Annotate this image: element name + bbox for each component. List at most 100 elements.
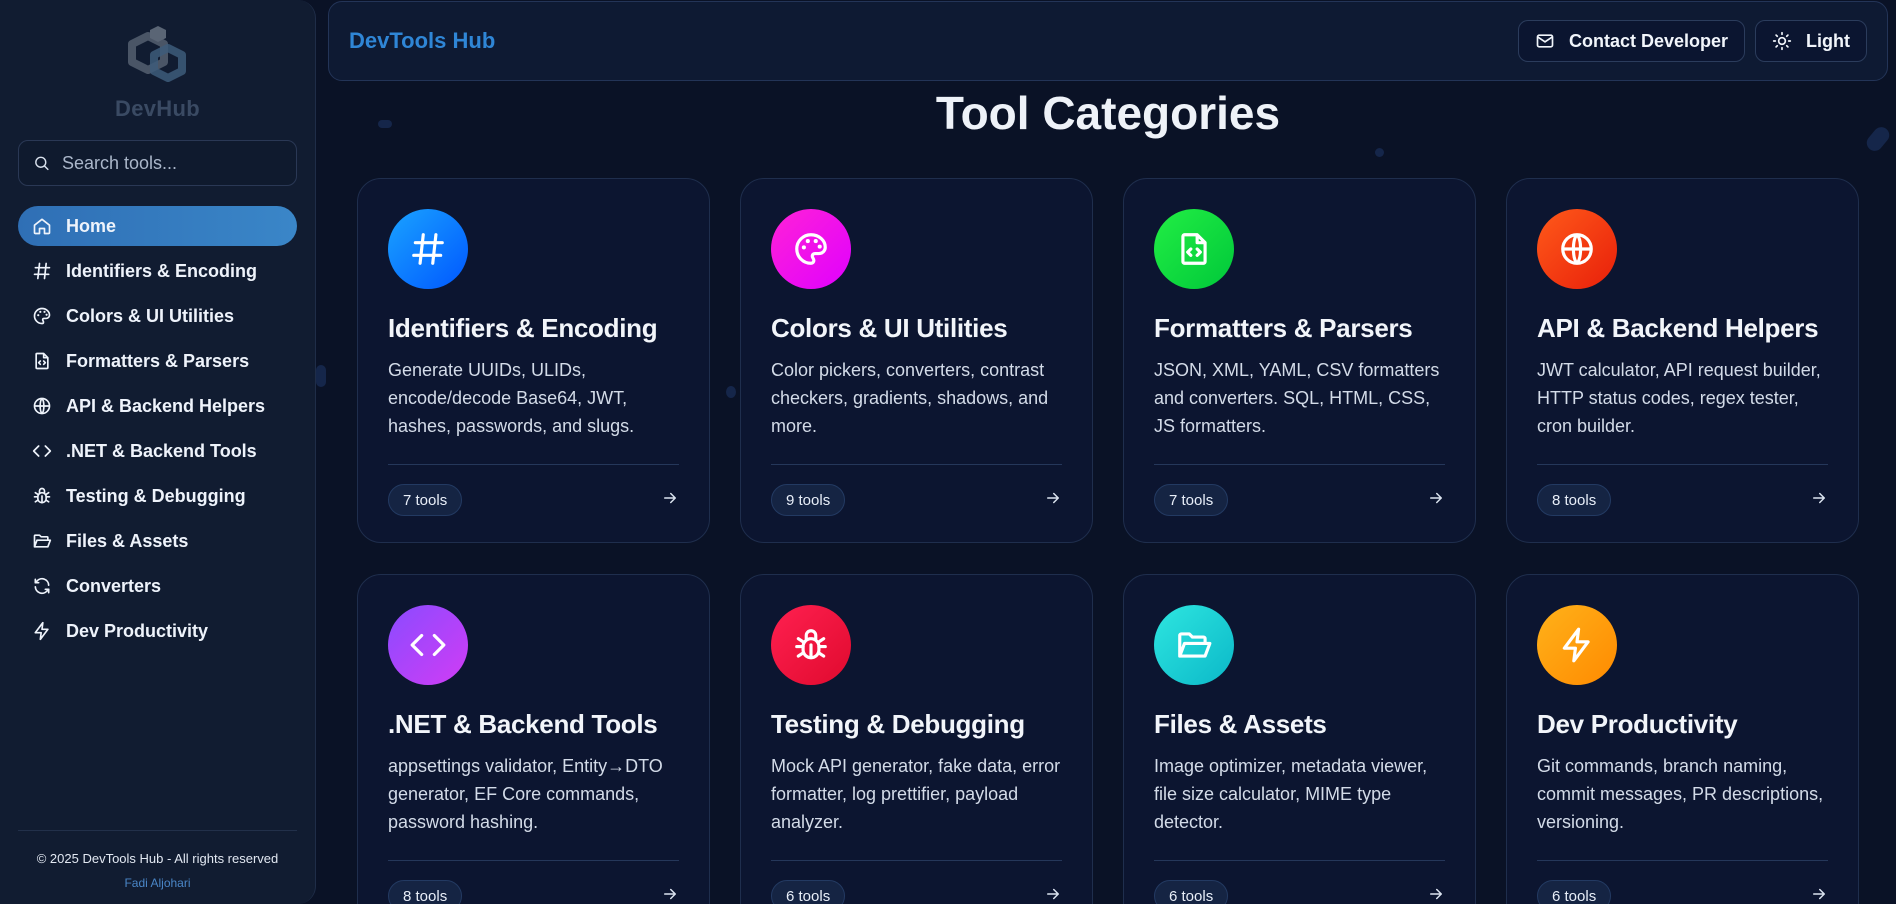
card-icon-badge xyxy=(1154,209,1234,289)
search-icon xyxy=(33,153,50,173)
arrow-right-icon[interactable] xyxy=(1427,489,1445,512)
tool-count-badge: 7 tools xyxy=(388,484,463,516)
sidebar-item-label: API & Backend Helpers xyxy=(66,395,266,416)
search-input[interactable] xyxy=(62,152,282,174)
card-description: appsettings validator, Entity→DTO genera… xyxy=(388,756,663,832)
card-footer: 7 tools xyxy=(1154,484,1445,516)
card-icon-badge xyxy=(771,209,851,289)
card-divider xyxy=(771,464,1062,465)
folder-open-icon xyxy=(1175,626,1213,664)
card-description: Mock API generator, fake data, error for… xyxy=(771,756,1061,832)
background-speck xyxy=(316,365,326,387)
mail-icon xyxy=(1535,31,1555,51)
sidebar-item-testing-debugging[interactable]: Testing & Debugging xyxy=(18,476,297,516)
sidebar-item-identifiers-encoding[interactable]: Identifiers & Encoding xyxy=(18,251,297,291)
sidebar-item-colors-ui[interactable]: Colors & UI Utilities xyxy=(18,296,297,336)
header-actions: Contact Developer Light xyxy=(1517,20,1867,62)
card-title: Colors & UI Utilities xyxy=(771,313,1008,343)
search-box[interactable] xyxy=(18,140,297,186)
sidebar-item-label: Converters xyxy=(66,575,162,596)
category-card-identifiers-encoding[interactable]: Identifiers & Encoding Generate UUIDs, U… xyxy=(357,178,710,543)
card-title: API & Backend Helpers xyxy=(1537,313,1819,343)
card-title: Dev Productivity xyxy=(1537,709,1738,739)
file-code-icon xyxy=(1175,230,1213,268)
card-divider xyxy=(1154,464,1445,465)
arrow-right-icon[interactable] xyxy=(1044,885,1062,904)
card-divider xyxy=(388,464,679,465)
category-card-formatters-parsers[interactable]: Formatters & Parsers JSON, XML, YAML, CS… xyxy=(1123,178,1476,543)
arrow-right-icon[interactable] xyxy=(1044,489,1062,512)
sidebar-item-formatters-parsers[interactable]: Formatters & Parsers xyxy=(18,341,297,381)
background-speck xyxy=(1375,148,1384,157)
sidebar-item-label: Testing & Debugging xyxy=(66,485,246,506)
card-title: .NET & Backend Tools xyxy=(388,709,658,739)
card-footer: 6 tools xyxy=(771,880,1062,904)
logo[interactable]: DevHub xyxy=(0,0,315,128)
sidebar-item-dev-productivity[interactable]: Dev Productivity xyxy=(18,611,297,651)
theme-toggle-label: Light xyxy=(1806,30,1850,51)
sidebar-item-label: Colors & UI Utilities xyxy=(66,305,235,326)
arrow-right-icon[interactable] xyxy=(1427,885,1445,904)
card-description: Git commands, branch naming, commit mess… xyxy=(1537,756,1824,832)
card-description: Generate UUIDs, ULIDs, encode/decode Bas… xyxy=(388,360,635,436)
card-title: Identifiers & Encoding xyxy=(388,313,658,343)
arrow-right-icon[interactable] xyxy=(1810,489,1828,512)
card-divider xyxy=(388,860,679,861)
bug-icon xyxy=(32,486,52,506)
globe-icon xyxy=(32,396,52,416)
sidebar-item-label: Home xyxy=(66,215,117,236)
arrow-right-icon[interactable] xyxy=(661,489,679,512)
arrow-right-icon[interactable] xyxy=(661,885,679,904)
tool-count-badge: 6 tools xyxy=(1154,880,1229,904)
category-grid: Identifiers & Encoding Generate UUIDs, U… xyxy=(357,178,1859,904)
category-card-dev-productivity[interactable]: Dev Productivity Git commands, branch na… xyxy=(1506,574,1859,904)
category-card-dotnet-backend[interactable]: .NET & Backend Tools appsettings validat… xyxy=(357,574,710,904)
card-icon-badge xyxy=(1537,605,1617,685)
zap-icon xyxy=(32,621,52,641)
card-title: Testing & Debugging xyxy=(771,709,1025,739)
card-divider xyxy=(1537,464,1828,465)
sidebar-item-label: Identifiers & Encoding xyxy=(66,260,258,281)
sidebar-item-label: Dev Productivity xyxy=(66,620,209,641)
contact-developer-button[interactable]: Contact Developer xyxy=(1517,20,1746,62)
author-link[interactable]: Fadi Aljohari xyxy=(18,876,297,890)
arrow-right-icon[interactable] xyxy=(1810,885,1828,904)
hash-icon xyxy=(32,261,52,281)
sun-icon xyxy=(1772,31,1792,51)
card-description: JSON, XML, YAML, CSV formatters and conv… xyxy=(1154,360,1440,436)
sidebar-item-converters[interactable]: Converters xyxy=(18,566,297,606)
card-title: Files & Assets xyxy=(1154,709,1327,739)
logo-text: DevHub xyxy=(115,96,200,121)
tool-count-badge: 7 tools xyxy=(1154,484,1229,516)
theme-toggle-button[interactable]: Light xyxy=(1755,20,1867,62)
sidebar-item-api-backend[interactable]: API & Backend Helpers xyxy=(18,386,297,426)
category-card-testing-debugging[interactable]: Testing & Debugging Mock API generator, … xyxy=(740,574,1093,904)
card-footer: 6 tools xyxy=(1537,880,1828,904)
tool-count-badge: 9 tools xyxy=(771,484,846,516)
sidebar-item-dotnet-backend[interactable]: .NET & Backend Tools xyxy=(18,431,297,471)
card-footer: 8 tools xyxy=(1537,484,1828,516)
sidebar-nav: Home Identifiers & Encoding Colors & UI … xyxy=(18,206,297,651)
category-card-colors-ui[interactable]: Colors & UI Utilities Color pickers, con… xyxy=(740,178,1093,543)
card-footer: 8 tools xyxy=(388,880,679,904)
tool-count-badge: 8 tools xyxy=(1537,484,1612,516)
file-code-icon xyxy=(32,351,52,371)
palette-icon xyxy=(792,230,830,268)
sidebar-item-files-assets[interactable]: Files & Assets xyxy=(18,521,297,561)
sidebar-item-label: Formatters & Parsers xyxy=(66,350,250,371)
sidebar-item-label: Files & Assets xyxy=(66,530,189,551)
brand-title[interactable]: DevTools Hub xyxy=(349,28,495,54)
card-divider xyxy=(1537,860,1828,861)
globe-icon xyxy=(1558,230,1596,268)
contact-developer-label: Contact Developer xyxy=(1568,30,1729,51)
sidebar-item-home[interactable]: Home xyxy=(18,206,297,246)
card-icon-badge xyxy=(1154,605,1234,685)
code-icon xyxy=(409,626,447,664)
card-icon-badge xyxy=(388,605,468,685)
category-card-files-assets[interactable]: Files & Assets Image optimizer, metadata… xyxy=(1123,574,1476,904)
card-description: Image optimizer, metadata viewer, file s… xyxy=(1154,756,1428,832)
sidebar-item-label: .NET & Backend Tools xyxy=(66,440,257,461)
card-title: Formatters & Parsers xyxy=(1154,313,1413,343)
category-card-api-backend[interactable]: API & Backend Helpers JWT calculator, AP… xyxy=(1506,178,1859,543)
tool-count-badge: 6 tools xyxy=(1537,880,1612,904)
